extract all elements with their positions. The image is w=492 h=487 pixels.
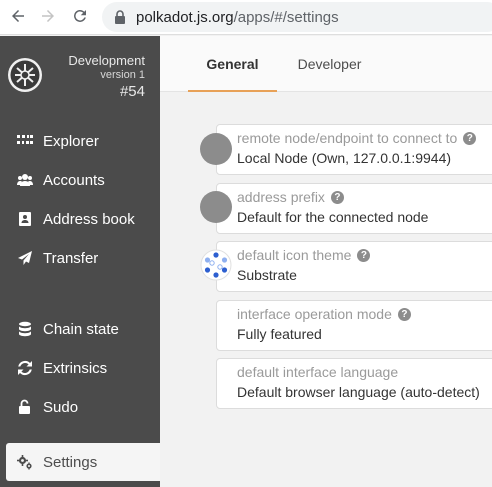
sidebar-item-settings[interactable]: Settings xyxy=(6,443,160,481)
arrow-left-icon xyxy=(12,10,24,22)
address-prefix-value: Default for the connected node xyxy=(237,209,429,225)
sidebar-item-label: Address book xyxy=(43,210,135,228)
ui-mode-label-text: interface operation mode xyxy=(237,306,392,322)
tab-general[interactable]: General xyxy=(188,36,277,92)
chain-version: version 1 xyxy=(100,69,145,81)
arrow-right-icon xyxy=(42,10,54,22)
language-dropdown[interactable]: default interface language Default brows… xyxy=(216,358,492,409)
polkadot-logo xyxy=(8,58,42,92)
endpoint-label: remote node/endpoint to connect to? xyxy=(237,130,477,146)
language-label-text: default interface language xyxy=(237,364,399,380)
best-block-number: #54 xyxy=(119,83,145,100)
sidebar-item-label: Sudo xyxy=(43,398,79,416)
sidebar-item-transfer[interactable]: Transfer xyxy=(0,239,160,277)
sidebar-item-label: Accounts xyxy=(43,171,105,189)
help-icon[interactable]: ? xyxy=(330,190,344,204)
icon-theme-label: default icon theme? xyxy=(237,247,371,263)
url-path: /apps/#/settings xyxy=(233,8,339,26)
users-icon xyxy=(16,171,34,189)
ui-mode-dropdown[interactable]: interface operation mode? Fully featured xyxy=(216,300,492,351)
help-icon[interactable]: ? xyxy=(357,248,371,262)
settings-tabs: General Developer xyxy=(160,36,492,92)
sidebar-item-address-book[interactable]: Address book xyxy=(0,200,160,238)
chain-info: Development version 1 #54 xyxy=(68,52,145,102)
address-bar[interactable]: polkadot.js.org/apps/#/settings xyxy=(102,2,492,32)
address-prefix-dropdown[interactable]: address prefix? Default for the connecte… xyxy=(216,183,492,234)
lock-icon xyxy=(115,10,125,24)
address-prefix-label-text: address prefix xyxy=(237,189,325,205)
unlock-icon xyxy=(16,398,34,416)
url-text: polkadot.js.org/apps/#/settings xyxy=(136,9,339,26)
sidebar-item-accounts[interactable]: Accounts xyxy=(0,161,160,199)
sidebar: Development version 1 #54 Explorer Accou… xyxy=(0,36,160,487)
paper-plane-icon xyxy=(16,249,34,267)
reload-icon xyxy=(74,9,86,22)
ui-mode-label: interface operation mode? xyxy=(237,306,411,322)
help-icon[interactable]: ? xyxy=(397,307,411,321)
sidebar-item-label: Transfer xyxy=(43,249,99,267)
sidebar-item-extrinsics[interactable]: Extrinsics xyxy=(0,349,160,387)
gears-icon xyxy=(16,453,34,471)
url-host: polkadot.js.org xyxy=(136,8,234,26)
icon-theme-label-text: default icon theme xyxy=(237,247,352,263)
sidebar-item-sudo[interactable]: Sudo xyxy=(0,388,160,426)
sidebar-item-label: Explorer xyxy=(43,132,99,150)
database-icon xyxy=(16,320,34,338)
ui-mode-value: Fully featured xyxy=(237,326,322,342)
address-book-icon xyxy=(16,210,34,228)
tab-developer[interactable]: Developer xyxy=(287,36,372,92)
reload-button[interactable] xyxy=(70,6,90,26)
sidebar-item-explorer[interactable]: Explorer xyxy=(0,122,160,160)
sidebar-item-label: Extrinsics xyxy=(43,359,108,377)
explorer-icon xyxy=(16,132,34,150)
substrate-identicon xyxy=(200,249,232,281)
back-button[interactable] xyxy=(8,6,28,26)
language-value: Default browser language (auto-detect) xyxy=(237,384,480,400)
browser-toolbar: polkadot.js.org/apps/#/settings xyxy=(0,0,492,35)
chain-name: Development xyxy=(68,53,145,68)
icon-theme-dropdown[interactable]: default icon theme? Substrate xyxy=(216,241,492,292)
forward-button[interactable] xyxy=(38,6,58,26)
sidebar-item-label: Chain state xyxy=(43,320,119,338)
icon-theme-value: Substrate xyxy=(237,267,297,283)
sidebar-item-label: Settings xyxy=(43,453,98,471)
sidebar-item-chain-state[interactable]: Chain state xyxy=(0,310,160,348)
help-icon[interactable]: ? xyxy=(463,131,477,145)
address-prefix-avatar xyxy=(200,191,232,223)
address-prefix-label: address prefix? xyxy=(237,189,344,205)
language-label: default interface language xyxy=(237,364,398,380)
endpoint-avatar xyxy=(200,133,232,165)
sync-icon xyxy=(16,359,34,377)
endpoint-value: Local Node (Own, 127.0.0.1:9944) xyxy=(237,150,452,166)
endpoint-label-text: remote node/endpoint to connect to xyxy=(237,130,458,146)
endpoint-dropdown[interactable]: remote node/endpoint to connect to? Loca… xyxy=(216,124,492,175)
